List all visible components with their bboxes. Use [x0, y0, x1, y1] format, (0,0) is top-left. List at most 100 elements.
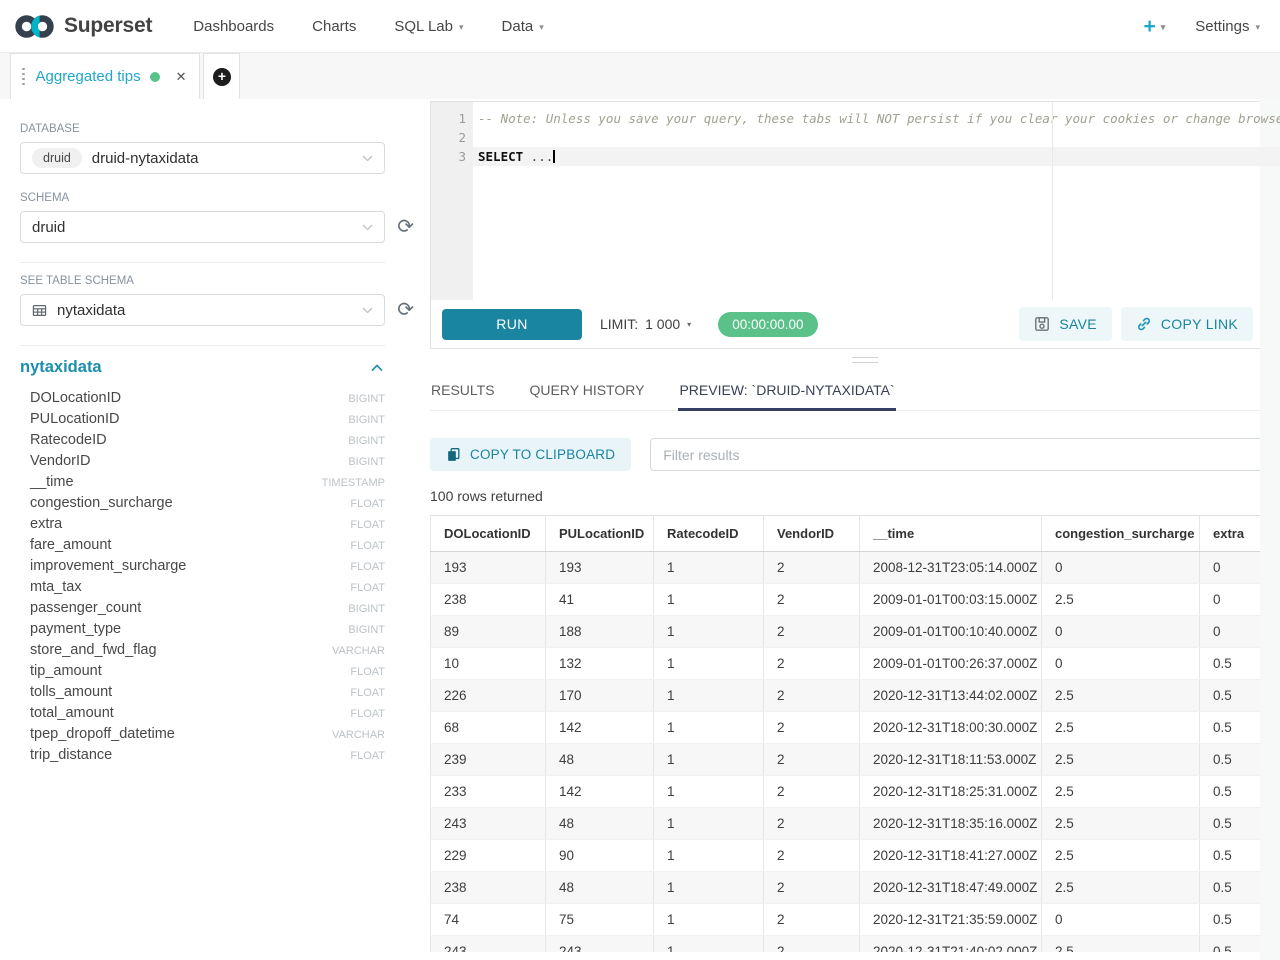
table-icon: [32, 303, 47, 318]
table-cell: 2020-12-31T18:47:49.000Z: [860, 872, 1042, 904]
schema-label: SCHEMA: [20, 192, 385, 204]
table-cell: 2020-12-31T18:35:16.000Z: [860, 808, 1042, 840]
nav-item-data[interactable]: Data ▾: [502, 18, 544, 35]
table-cell: 0: [1042, 904, 1200, 936]
table-cell: 1: [654, 936, 764, 953]
nav-item-label: SQL Lab: [394, 18, 453, 35]
table-cell: 2.5: [1042, 584, 1200, 616]
table-row: 7475122020-12-31T21:35:59.000Z00.5: [431, 904, 1280, 936]
result-tab-2[interactable]: PREVIEW: `DRUID-NYTAXIDATA`: [678, 373, 895, 410]
column-type: FLOAT: [350, 519, 385, 531]
table-cell: 48: [546, 744, 654, 776]
line-number: 3: [431, 147, 466, 166]
filter-results-input[interactable]: [650, 438, 1280, 471]
column-type: FLOAT: [350, 708, 385, 720]
new-item-button[interactable]: + ▾: [1143, 16, 1165, 37]
table-row: 23848122020-12-31T18:47:49.000Z2.50.5: [431, 872, 1280, 904]
copy-to-clipboard-button[interactable]: COPY TO CLIPBOARD: [430, 438, 631, 471]
table-cell: 74: [431, 904, 546, 936]
database-select[interactable]: druid druid-nytaxidata: [20, 142, 385, 174]
column-header[interactable]: congestion_surcharge: [1042, 516, 1200, 552]
schema-column-row: VendorIDBIGINT: [20, 450, 385, 471]
text-cursor: [553, 150, 555, 163]
column-type: BIGINT: [348, 393, 385, 405]
table-cell: 2.5: [1042, 712, 1200, 744]
column-name: RatecodeID: [30, 432, 107, 448]
table-cell: 2: [764, 936, 860, 953]
schema-select-row: druid ⟳: [20, 211, 385, 243]
column-type: FLOAT: [350, 582, 385, 594]
table-cell: 2020-12-31T18:00:30.000Z: [860, 712, 1042, 744]
column-header[interactable]: DOLocationID: [431, 516, 546, 552]
nav-item-dashboards[interactable]: Dashboards: [193, 18, 274, 35]
refresh-schema-icon[interactable]: ⟳: [397, 217, 414, 237]
nav-item-charts[interactable]: Charts: [312, 18, 356, 35]
table-cell: 2020-12-31T13:44:02.000Z: [860, 680, 1042, 712]
plus-circle-icon: +: [213, 68, 231, 86]
rows-returned-text: 100 rows returned: [430, 488, 1280, 504]
table-cell: 142: [546, 712, 654, 744]
refresh-table-icon[interactable]: ⟳: [397, 300, 414, 320]
table-row: 226170122020-12-31T13:44:02.000Z2.50.5: [431, 680, 1280, 712]
schema-column-row: total_amountFLOAT: [20, 702, 385, 723]
column-type: BIGINT: [348, 624, 385, 636]
superset-logo[interactable]: Superset: [14, 13, 152, 40]
schema-select[interactable]: druid: [20, 211, 385, 243]
table-cell: 10: [431, 648, 546, 680]
column-type: BIGINT: [348, 414, 385, 426]
result-tab-0[interactable]: RESULTS: [430, 373, 496, 410]
close-tab-icon[interactable]: ✕: [176, 69, 187, 85]
nav-item-label: Data: [502, 18, 534, 35]
schema-column-row: mta_taxFLOAT: [20, 576, 385, 597]
caret-down-icon: ▾: [539, 21, 544, 32]
line-number: 1: [431, 109, 466, 128]
settings-menu[interactable]: Settings ▾: [1195, 18, 1260, 35]
pane-splitter-handle[interactable]: [430, 353, 1280, 367]
table-cell: 193: [546, 552, 654, 584]
save-label: SAVE: [1059, 316, 1097, 332]
editor-code-area[interactable]: -- Note: Unless you save your query, the…: [473, 102, 1280, 300]
table-cell: 0: [1042, 552, 1200, 584]
column-type: FLOAT: [350, 750, 385, 762]
table-row: 24348122020-12-31T18:35:16.000Z2.50.5: [431, 808, 1280, 840]
column-header[interactable]: RatecodeID: [654, 516, 764, 552]
result-tab-1[interactable]: QUERY HISTORY: [529, 373, 646, 410]
column-header[interactable]: __time: [860, 516, 1042, 552]
column-header[interactable]: PULocationID: [546, 516, 654, 552]
column-name: tpep_dropoff_datetime: [30, 726, 175, 742]
result-tabs: RESULTS QUERY HISTORY PREVIEW: `DRUID-NYTA…: [430, 373, 1280, 411]
query-tab-aggregated-tips[interactable]: Aggregated tips ✕: [10, 53, 200, 99]
table-cell: 2: [764, 712, 860, 744]
copy-to-clipboard-label: COPY TO CLIPBOARD: [470, 447, 615, 462]
limit-value: 1 000: [645, 316, 680, 332]
plus-icon: +: [1143, 16, 1155, 37]
status-dot-icon: [150, 72, 160, 82]
column-header[interactable]: VendorID: [764, 516, 860, 552]
table-cell: 90: [546, 840, 654, 872]
table-select[interactable]: nytaxidata: [20, 294, 385, 326]
run-button[interactable]: RUN: [442, 309, 582, 340]
copy-link-button[interactable]: COPY LINK: [1121, 307, 1253, 341]
top-navbar: Superset DashboardsChartsSQL Lab▾Data▾ +…: [0, 0, 1280, 53]
table-row: 89188122009-01-01T00:10:40.000Z00: [431, 616, 1280, 648]
table-cell: 2.5: [1042, 872, 1200, 904]
save-button[interactable]: SAVE: [1019, 307, 1112, 341]
column-type: FLOAT: [350, 561, 385, 573]
table-cell: 132: [546, 648, 654, 680]
new-query-tab-button[interactable]: +: [203, 53, 240, 99]
table-cell: 188: [546, 616, 654, 648]
collapse-chevron-up-icon[interactable]: [371, 364, 383, 372]
schema-column-row: store_and_fwd_flagVARCHAR: [20, 639, 385, 660]
sql-toolbar: RUN LIMIT: 1 000 ▾ 00:00:00.00 SAVE: [431, 300, 1280, 348]
column-type: FLOAT: [350, 687, 385, 699]
limit-dropdown[interactable]: LIMIT: 1 000 ▾: [600, 316, 691, 332]
sql-code-editor[interactable]: 1 2 3 -- Note: Unless you save your quer…: [431, 102, 1280, 300]
table-row: 10132122009-01-01T00:26:37.000Z00.5: [431, 648, 1280, 680]
drag-handle-icon[interactable]: [20, 68, 27, 86]
nav-item-sql-lab[interactable]: SQL Lab▾: [394, 18, 463, 35]
table-cell: 226: [431, 680, 546, 712]
table-cell: 68: [431, 712, 546, 744]
caret-down-icon: ▾: [1161, 21, 1166, 32]
table-schema-header: nytaxidata: [20, 358, 385, 377]
table-cell: 1: [654, 552, 764, 584]
